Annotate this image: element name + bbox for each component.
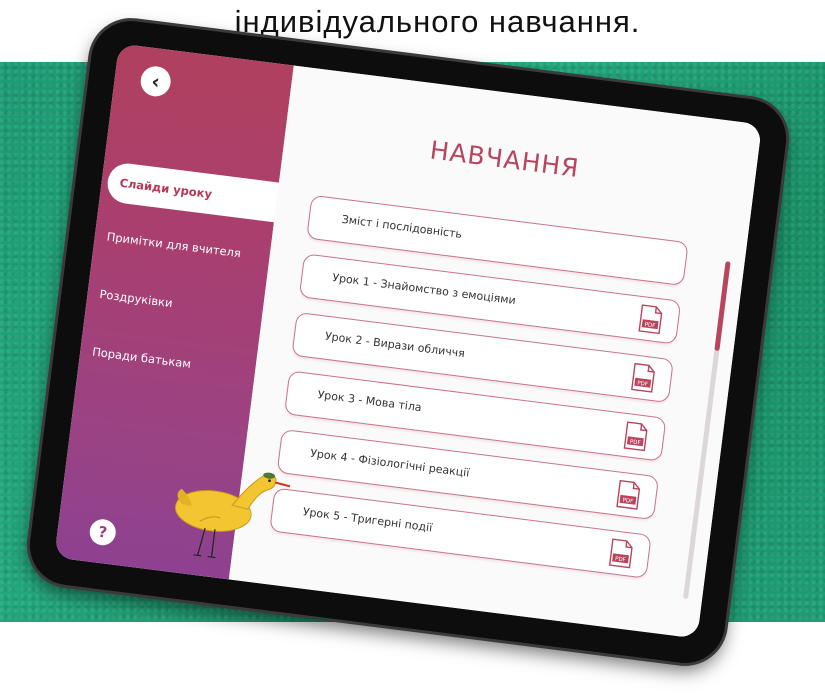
lesson-label: Урок 4 - Фізіологічні реакції (309, 446, 471, 480)
pdf-icon[interactable]: PDF (623, 421, 648, 452)
lesson-label: Урок 2 - Вирази обличчя (324, 329, 466, 361)
sidebar-item-label: Слайди уроку (118, 175, 213, 202)
svg-text:PDF: PDF (622, 498, 633, 505)
sidebar-item-label: Роздруківки (98, 287, 174, 311)
lesson-label: Урок 3 - Мова тіла (316, 388, 423, 415)
tablet-screen: ‹ Слайди уроку Примітки для вчителя Розд… (54, 43, 763, 639)
svg-text:PDF: PDF (644, 322, 655, 329)
sidebar-item-label: Поради батькам (91, 344, 192, 371)
sidebar-item-label: Примітки для вчителя (105, 229, 242, 261)
sidebar-item-slides[interactable]: Слайди уроку (105, 161, 287, 224)
pdf-icon[interactable]: PDF (616, 479, 641, 511)
sidebar-item-teacher-notes[interactable]: Примітки для вчителя (106, 229, 242, 260)
pdf-icon[interactable]: PDF (638, 304, 663, 335)
question-icon: ? (97, 522, 109, 542)
svg-text:PDF: PDF (615, 556, 626, 563)
pdf-icon[interactable]: PDF (631, 362, 656, 394)
svg-text:PDF: PDF (629, 439, 640, 446)
lesson-list: Зміст і послідовність Урок 1 - Знайомств… (267, 194, 689, 594)
svg-text:PDF: PDF (637, 381, 648, 388)
lesson-label: Зміст і послідовність (341, 212, 463, 241)
sidebar-item-parent-tips[interactable]: Поради батькам (91, 345, 191, 371)
help-button[interactable]: ? (88, 517, 118, 547)
sidebar-item-printouts[interactable]: Роздруківки (99, 287, 174, 310)
pdf-icon[interactable]: PDF (608, 538, 634, 569)
back-button[interactable]: ‹ (138, 64, 173, 99)
chevron-left-icon: ‹ (150, 68, 162, 94)
lesson-label: Урок 1 - Знайомство з емоціями (331, 271, 517, 308)
tablet-device: ‹ Слайди уроку Примітки для вчителя Розд… (25, 16, 791, 668)
lesson-label: Урок 5 - Тригерні події (302, 505, 433, 535)
